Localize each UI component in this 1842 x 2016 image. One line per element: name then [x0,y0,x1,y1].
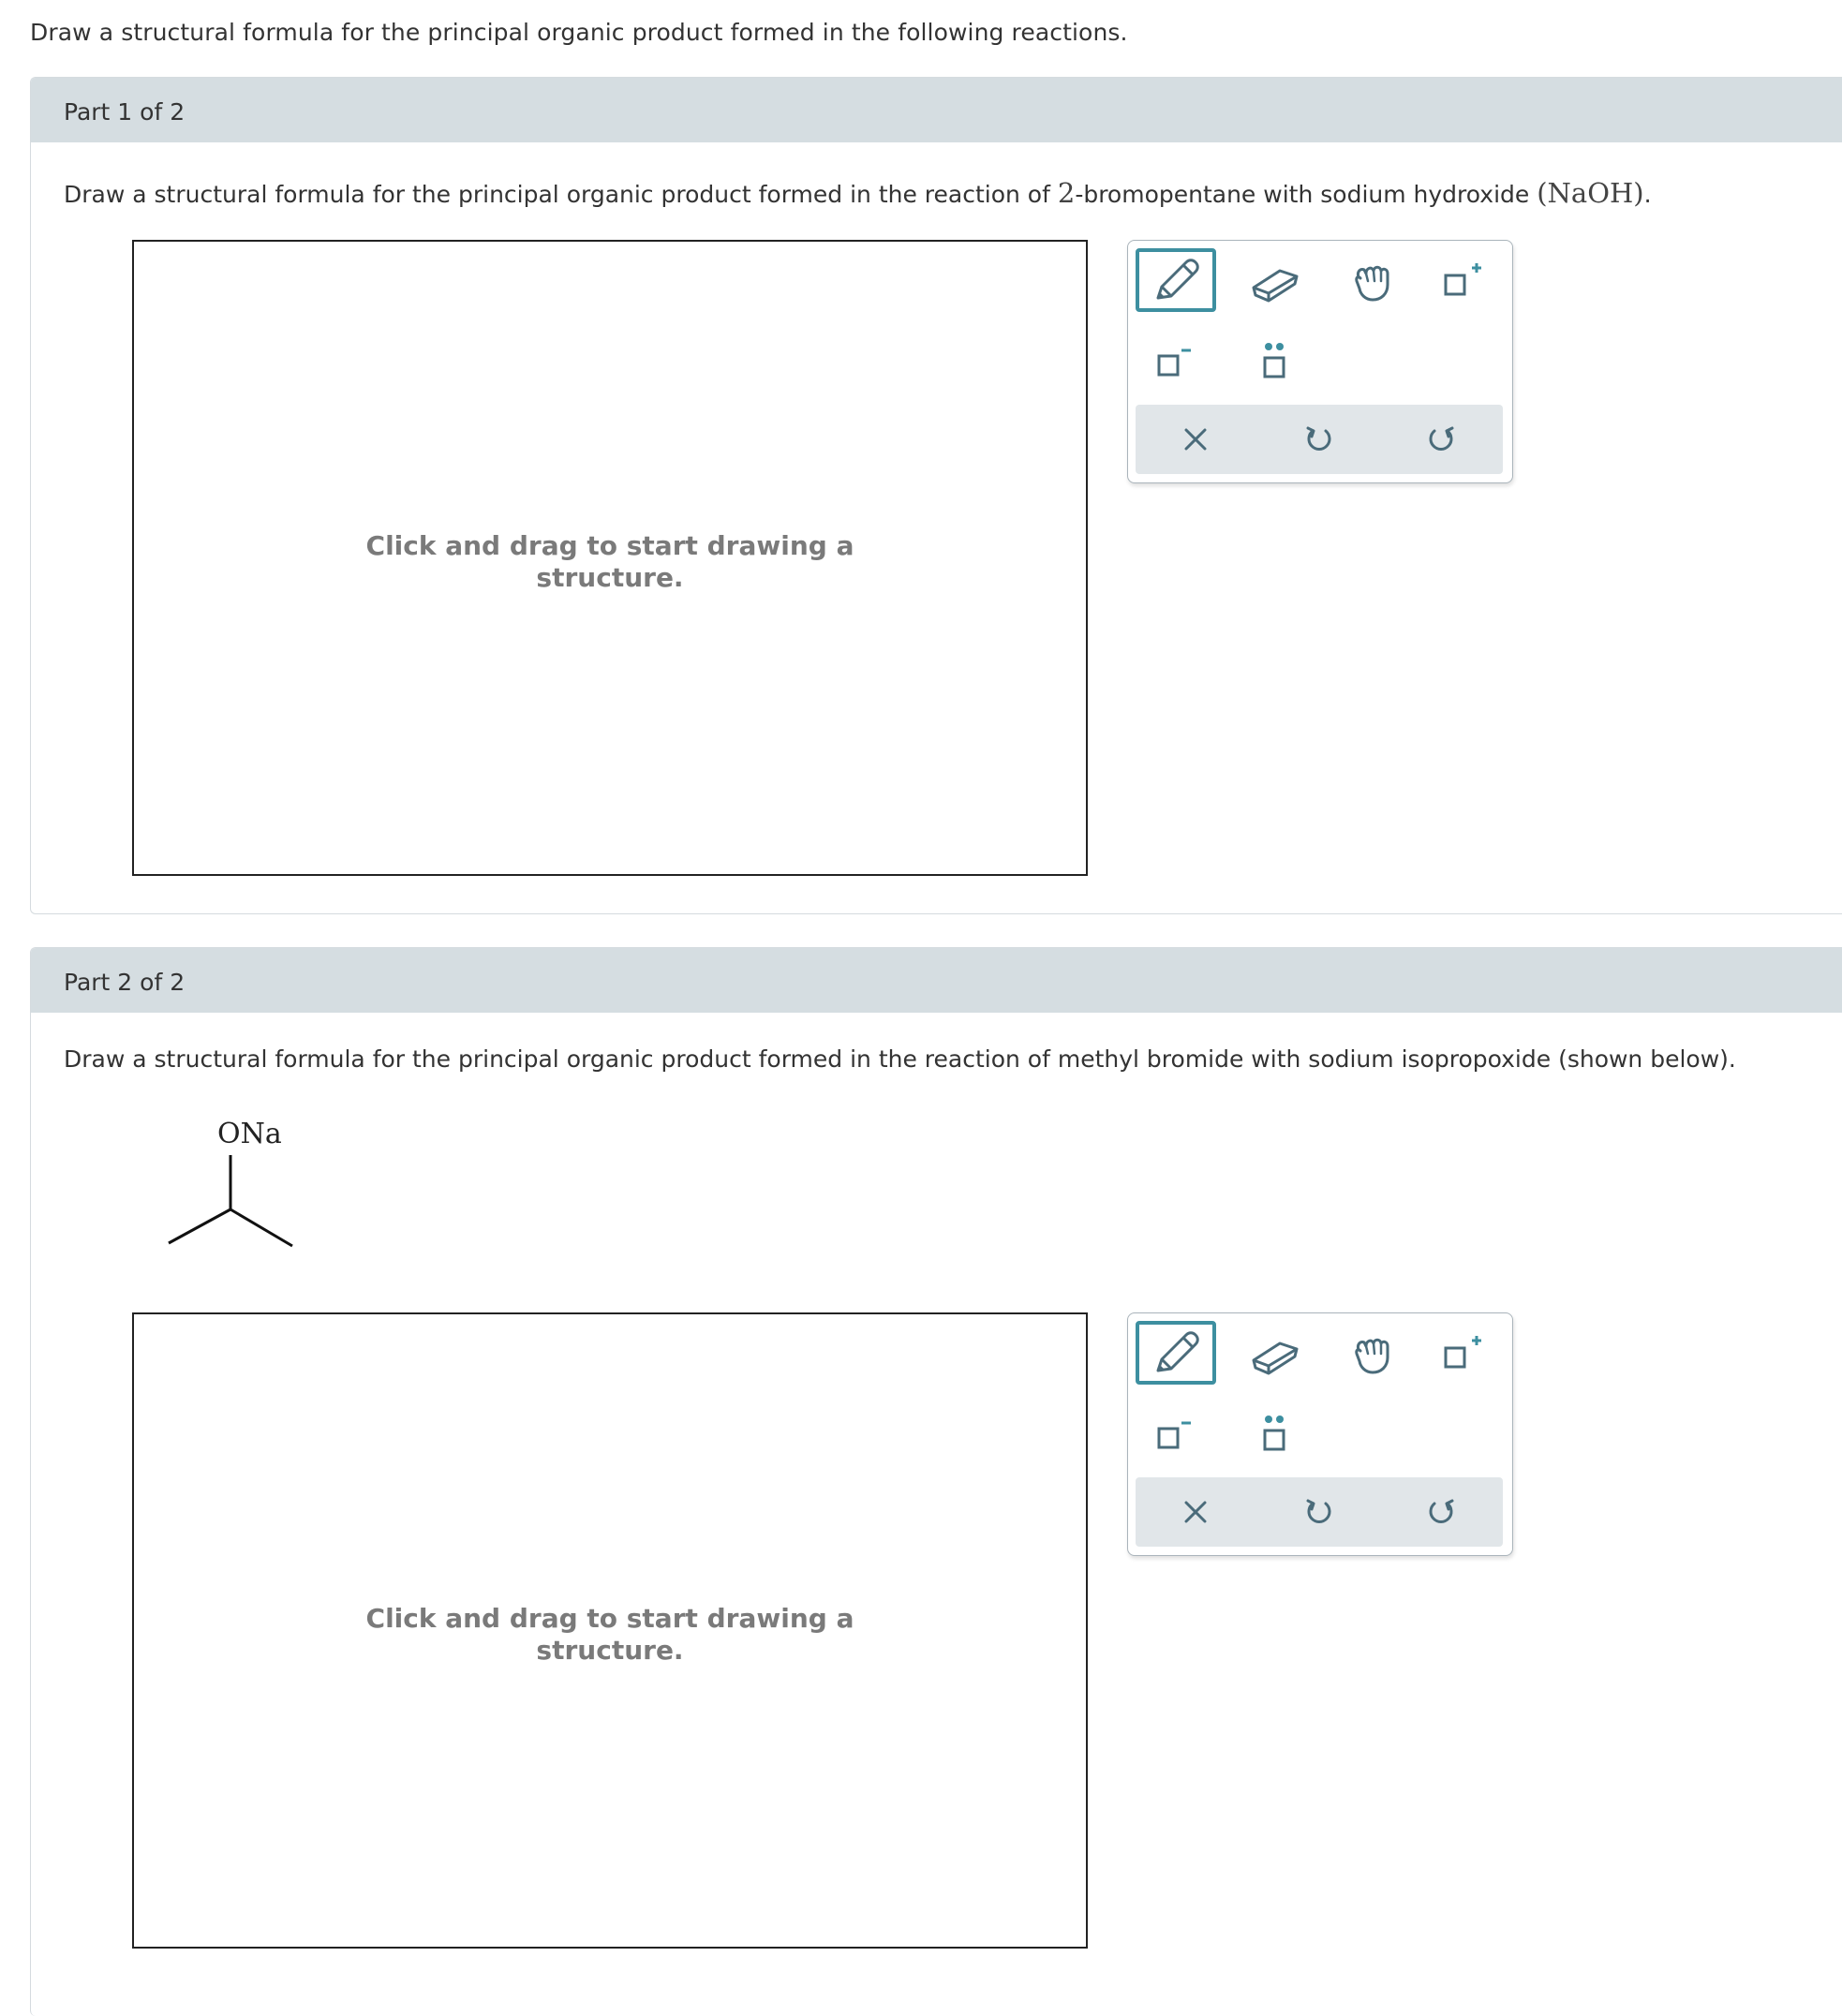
question-formula: (NaOH) [1537,177,1644,209]
part-2-title: Part 2 of 2 [64,969,186,996]
clear-icon [1184,428,1207,451]
undo-button[interactable] [1282,408,1357,471]
part-1-drawing-canvas[interactable]: Click and drag to start drawing a struct… [132,240,1088,876]
anion-charge-tool-button[interactable] [1133,1403,1213,1467]
clear-button[interactable] [1158,408,1233,471]
sodium-isopropoxide-structure: ONa [159,1110,309,1251]
cation-charge-icon [1444,263,1481,296]
undo-button[interactable] [1282,1480,1357,1544]
lone-pair-icon [1263,343,1285,378]
part-2-header: Part 2 of 2 [31,948,1842,1013]
cation-charge-tool-button[interactable] [1421,1323,1502,1386]
skeletal-bonds [168,1155,293,1248]
canvas-hint: Click and drag to start drawing a struct… [134,530,1086,594]
part-2-question: Draw a structural formula for the princi… [64,1045,1736,1073]
anion-charge-icon [1157,348,1191,377]
canvas-hint-line-1: Click and drag to start drawing a [365,1603,854,1634]
undo-icon [1306,1499,1331,1523]
eraser-tool-button[interactable] [1234,250,1315,314]
question-text-suffix: . [1643,181,1652,208]
canvas-hint-line-1: Click and drag to start drawing a [365,530,854,561]
part-1-toolbar [1127,240,1513,483]
redo-button[interactable] [1404,1480,1478,1544]
question-text-middle: -bromopentane with sodium hydroxide [1075,181,1537,208]
part-1-question: Draw a structural formula for the princi… [64,177,1652,209]
eraser-tool-button[interactable] [1234,1323,1315,1386]
part-2-toolbar [1127,1312,1513,1556]
question-number: 2 [1057,177,1076,209]
cation-charge-icon [1444,1336,1481,1369]
pencil-icon [1156,1331,1199,1372]
canvas-hint: Click and drag to start drawing a struct… [134,1603,1086,1667]
bond-c-ch3-left [168,1208,231,1245]
part-1-title: Part 1 of 2 [64,98,186,126]
eraser-icon [1252,1342,1299,1375]
question-text-prefix: Draw a structural formula for the princi… [64,181,1058,208]
redo-icon [1429,426,1454,451]
anion-charge-icon [1157,1421,1191,1449]
eraser-icon [1252,269,1299,303]
part-2-drawing-canvas[interactable]: Click and drag to start drawing a struct… [132,1312,1088,1949]
bond-c-ch3-right [230,1208,293,1248]
clear-icon [1184,1501,1207,1523]
part-2-panel: Part 2 of 2 Draw a structural formula fo… [30,947,1842,2016]
cation-charge-tool-button[interactable] [1421,250,1502,314]
lone-pair-icon [1263,1416,1285,1451]
anion-charge-tool-button[interactable] [1133,331,1213,394]
undo-icon [1306,426,1331,451]
pencil-tool-button[interactable] [1136,248,1216,312]
hand-tool-button[interactable] [1332,250,1413,314]
hand-icon [1355,1338,1389,1374]
canvas-hint-line-2: structure. [536,562,684,593]
pencil-tool-button[interactable] [1136,1321,1216,1385]
part-1-panel: Part 1 of 2 Draw a structural formula fo… [30,77,1842,914]
part-2-action-bar [1136,1477,1503,1547]
lone-pair-tool-button[interactable] [1234,1403,1315,1467]
part-1-action-bar [1136,405,1503,474]
part-1-header: Part 1 of 2 [31,78,1842,142]
clear-button[interactable] [1158,1480,1233,1544]
canvas-hint-line-2: structure. [536,1635,684,1666]
hand-tool-button[interactable] [1332,1323,1413,1386]
main-instruction: Draw a structural formula for the princi… [30,19,1128,46]
pencil-icon [1156,259,1199,300]
hand-icon [1355,265,1389,302]
redo-icon [1429,1499,1454,1523]
lone-pair-tool-button[interactable] [1234,331,1315,394]
redo-button[interactable] [1404,408,1478,471]
